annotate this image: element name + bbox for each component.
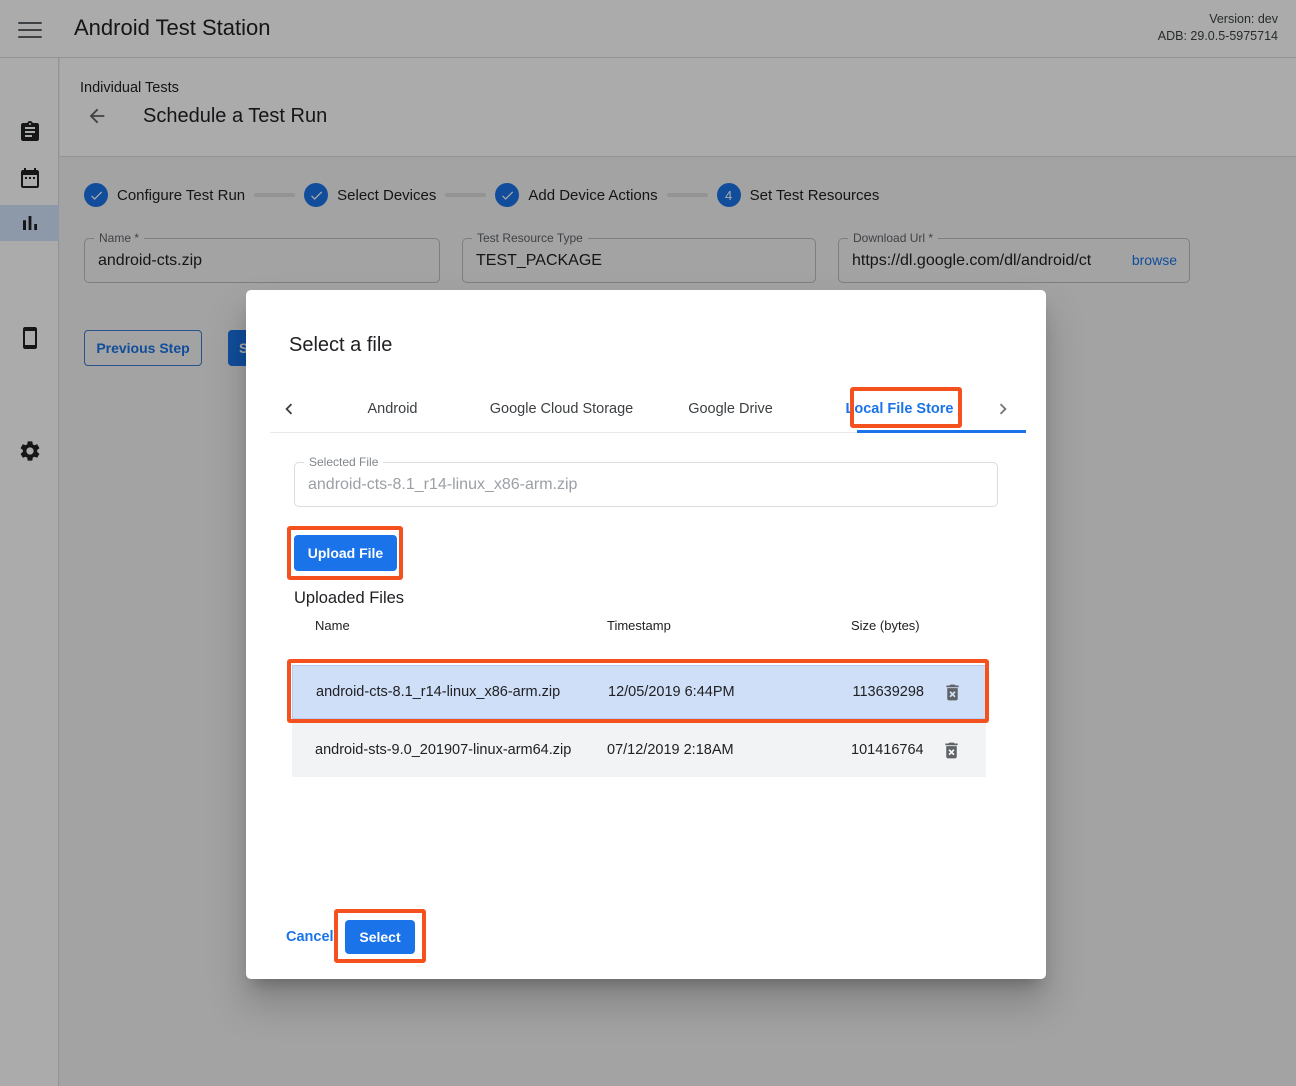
file-timestamp: 12/05/2019 6:44PM xyxy=(608,684,852,700)
file-timestamp: 07/12/2019 2:18AM xyxy=(607,742,851,758)
delete-file-button[interactable] xyxy=(933,732,969,768)
tab-local-file-store[interactable]: Local File Store xyxy=(815,385,984,433)
uploaded-files-heading: Uploaded Files xyxy=(294,589,404,608)
delete-forever-icon xyxy=(942,682,963,703)
column-header-size: Size (bytes) xyxy=(851,618,923,633)
selected-file-field[interactable]: Selected File android-cts-8.1_r14-linux_… xyxy=(294,462,998,507)
column-header-timestamp: Timestamp xyxy=(607,618,851,633)
tab-google-cloud-storage[interactable]: Google Cloud Storage xyxy=(477,385,646,433)
select-file-dialog: Select a file Android Google Cloud Stora… xyxy=(246,290,1046,979)
tabs: Android Google Cloud Storage Google Driv… xyxy=(308,385,984,432)
file-name: android-cts-8.1_r14-linux_x86-arm.zip xyxy=(316,684,608,700)
file-size: 113639298 xyxy=(852,684,924,700)
active-tab-underline xyxy=(857,430,1026,433)
chevron-left-icon xyxy=(278,398,300,420)
file-size: 101416764 xyxy=(851,742,923,758)
cancel-button[interactable]: Cancel xyxy=(286,929,334,945)
upload-file-button[interactable]: Upload File xyxy=(294,535,397,571)
dialog-title: Select a file xyxy=(289,334,392,357)
chevron-right-icon xyxy=(992,398,1014,420)
files-table-header: Name Timestamp Size (bytes) xyxy=(292,618,986,633)
file-source-tabbar: Android Google Cloud Storage Google Driv… xyxy=(270,385,1022,433)
file-row-selected[interactable]: android-cts-8.1_r14-linux_x86-arm.zip 12… xyxy=(292,665,986,719)
selected-file-value: android-cts-8.1_r14-linux_x86-arm.zip xyxy=(308,463,577,506)
tabs-scroll-right-button[interactable] xyxy=(984,385,1022,433)
tab-android[interactable]: Android xyxy=(308,385,477,433)
delete-file-button[interactable] xyxy=(934,674,970,710)
tabs-scroll-left-button[interactable] xyxy=(270,385,308,433)
column-header-name: Name xyxy=(315,618,607,633)
delete-forever-icon xyxy=(941,740,962,761)
select-button[interactable]: Select xyxy=(345,920,415,954)
file-row[interactable]: android-sts-9.0_201907-linux-arm64.zip 0… xyxy=(292,723,986,777)
file-name: android-sts-9.0_201907-linux-arm64.zip xyxy=(315,742,607,758)
app-root: Android Test Station Version: dev ADB: 2… xyxy=(0,0,1296,1086)
tab-google-drive[interactable]: Google Drive xyxy=(646,385,815,433)
